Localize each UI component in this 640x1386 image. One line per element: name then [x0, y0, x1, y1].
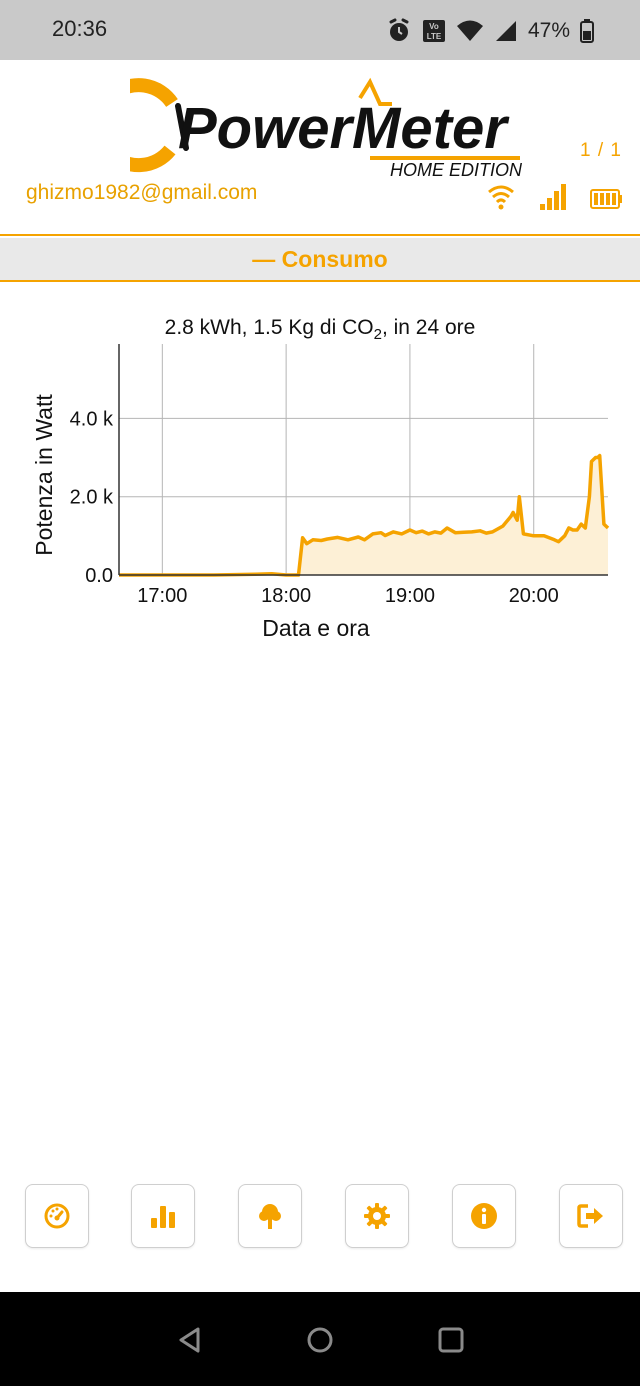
- dashboard-button[interactable]: [25, 1184, 89, 1248]
- consumption-chart: 2.8 kWh, 1.5 Kg di CO2, in 24 ore 17:00 1…: [0, 300, 640, 660]
- recents-icon[interactable]: [437, 1326, 465, 1354]
- y-tick-label: 2.0 k: [70, 487, 114, 509]
- status-bar: 20:36 Vo LTE 47%: [0, 0, 640, 60]
- y-tick-label: 0.0: [85, 565, 113, 587]
- section-header: — Consumo: [0, 238, 640, 282]
- info-icon: [471, 1203, 497, 1229]
- logout-button[interactable]: [559, 1184, 623, 1248]
- section-title: — Consumo: [252, 245, 388, 272]
- back-icon[interactable]: [176, 1326, 204, 1354]
- x-tick-label: 19:00: [385, 585, 435, 607]
- cell-signal-icon: [495, 21, 516, 41]
- volte-icon: Vo LTE: [422, 20, 445, 42]
- bottom-toolbar: [0, 1184, 640, 1250]
- chart-title: 2.8 kWh, 1.5 Kg di CO2, in 24 ore: [165, 316, 476, 343]
- logout-icon: [577, 1204, 603, 1228]
- x-axis-label: Data e ora: [262, 615, 370, 641]
- status-time: 20:36: [52, 16, 108, 41]
- logo-text: PowerMeter: [178, 96, 510, 161]
- statistics-button[interactable]: [131, 1184, 195, 1248]
- battery-icon: [580, 19, 594, 43]
- x-tick-label: 17:00: [137, 585, 187, 607]
- wifi-icon: [456, 20, 483, 41]
- wifi-icon: [488, 185, 514, 210]
- svg-text:LTE: LTE: [427, 32, 442, 41]
- info-button[interactable]: [452, 1184, 516, 1248]
- page-counter: 1 / 1: [580, 140, 622, 161]
- gear-icon: [364, 1203, 390, 1229]
- y-tick-label: 4.0 k: [70, 408, 114, 430]
- y-axis-label: Potenza in Watt: [31, 394, 57, 556]
- app-header: PowerMeter HOME EDITION 1 / 1 ghizmo1982…: [0, 60, 640, 236]
- battery-percent: 47%: [527, 19, 570, 42]
- signal-bars-icon: [540, 184, 566, 210]
- settings-button[interactable]: [345, 1184, 409, 1248]
- bar-chart-icon: [151, 1206, 175, 1228]
- android-nav-bar: [0, 1292, 640, 1386]
- x-tick-label: 20:00: [509, 585, 559, 607]
- consumption-chart-svg: 2.8 kWh, 1.5 Kg di CO2, in 24 ore 17:00 1…: [31, 316, 610, 641]
- x-tick-label: 18:00: [261, 585, 311, 607]
- svg-text:Vo: Vo: [429, 22, 439, 31]
- powermeter-logo: PowerMeter HOME EDITION: [130, 77, 523, 180]
- gauge-icon: [44, 1203, 70, 1229]
- power-area: [119, 455, 608, 575]
- logo-subtitle: HOME EDITION: [390, 160, 523, 180]
- eco-button[interactable]: [238, 1184, 302, 1248]
- alarm-icon: [389, 18, 409, 41]
- home-icon[interactable]: [305, 1325, 335, 1355]
- tree-icon: [259, 1204, 281, 1229]
- status-icons: Vo LTE 47%: [386, 16, 594, 46]
- user-email: ghizmo1982@gmail.com: [26, 181, 258, 204]
- battery-icon: [590, 189, 622, 209]
